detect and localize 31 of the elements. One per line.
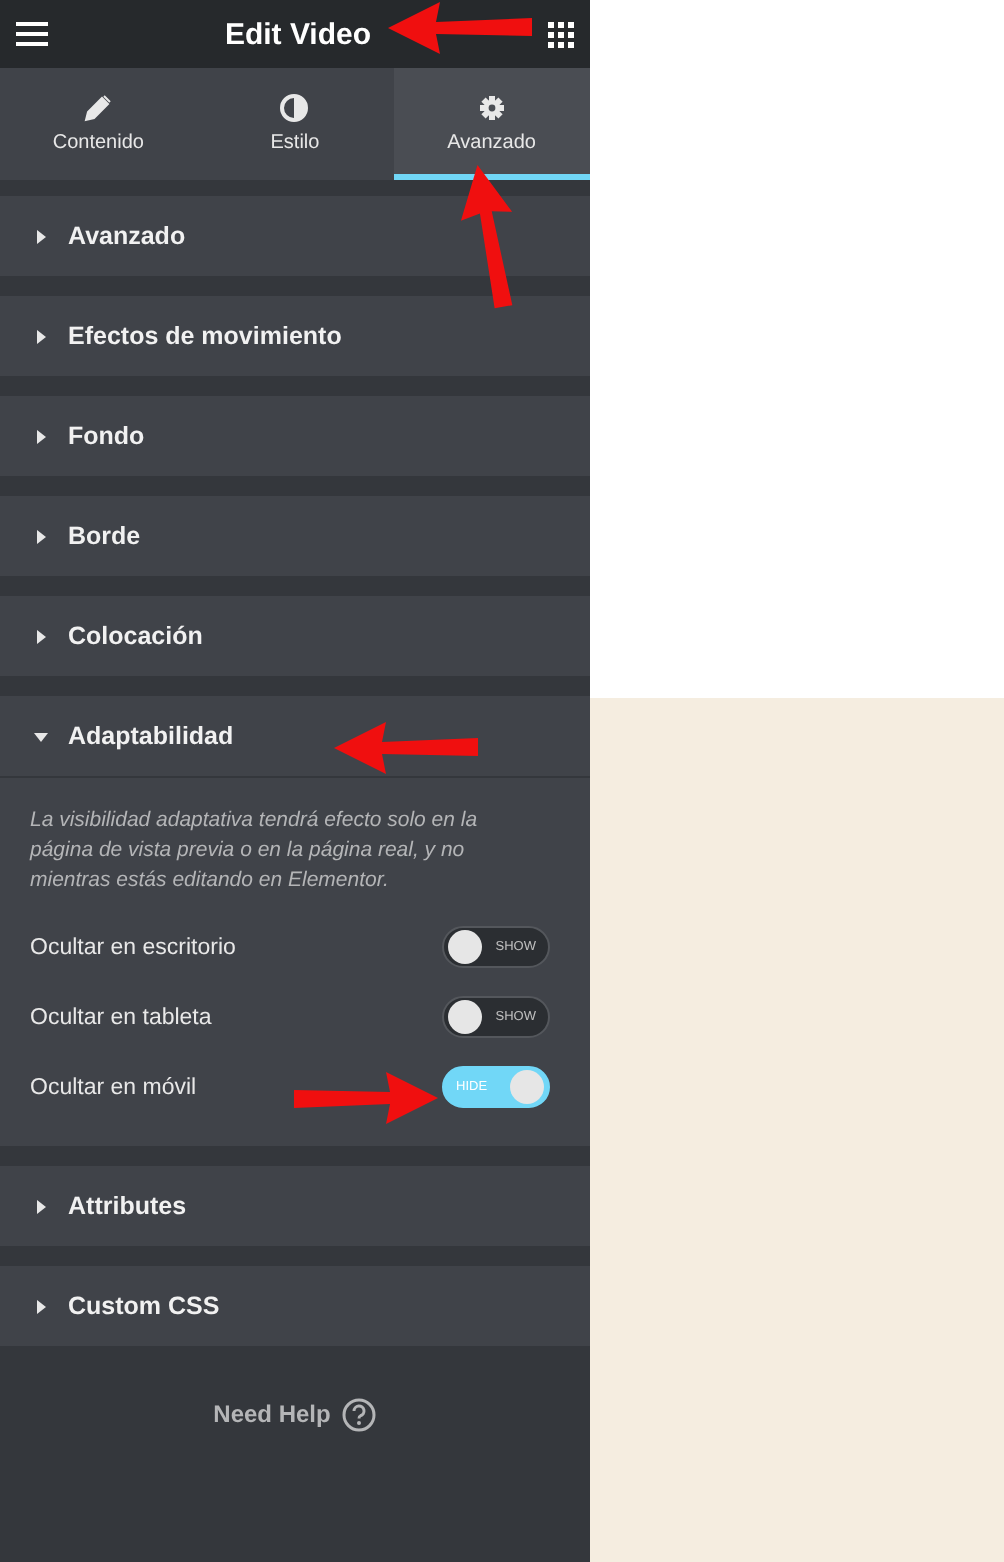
panel-tab[interactable]: Avanzado	[393, 68, 590, 180]
pencil-icon	[84, 94, 113, 122]
caret-icon	[34, 1299, 48, 1313]
section-header[interactable]: Avanzado	[0, 196, 590, 276]
caret-icon	[34, 429, 48, 443]
help-link[interactable]: Need Help	[213, 1400, 331, 1428]
caret-icon	[34, 229, 48, 243]
section-header[interactable]: Custom CSS	[0, 1266, 590, 1346]
menu-icon[interactable]	[16, 20, 48, 48]
caret-icon	[34, 629, 48, 643]
section-header[interactable]: Attributes	[0, 1166, 590, 1246]
caret-icon	[34, 329, 48, 343]
section-header[interactable]: Colocación	[0, 596, 590, 676]
apps-grid-icon[interactable]	[547, 21, 574, 47]
control-label: Ocultar en escritorio	[30, 935, 236, 959]
info-note: La visibilidad adaptativa tendrá efecto solo en la página de vista previa o en la página real, y no mientras estás editando en Elementor.	[30, 806, 480, 896]
section-header[interactable]: Adaptabilidad	[0, 696, 590, 776]
control-label: Ocultar en móvil	[30, 1075, 197, 1099]
caret-icon	[34, 729, 48, 743]
contrast-icon	[280, 94, 309, 122]
panel-tab[interactable]: Estilo	[196, 68, 394, 180]
section-header[interactable]: Efectos de movimiento	[0, 296, 590, 376]
caret-icon	[34, 529, 48, 543]
panel-title: Edit Video	[224, 17, 372, 51]
help-icon[interactable]	[342, 1397, 377, 1431]
control-label: Ocultar en tableta	[30, 1005, 212, 1029]
section-header[interactable]: Borde	[0, 496, 590, 576]
section-header[interactable]: Fondo	[0, 396, 590, 476]
gear-icon	[477, 94, 506, 122]
caret-icon	[34, 1199, 48, 1213]
panel-tab[interactable]: Contenido	[0, 68, 197, 180]
